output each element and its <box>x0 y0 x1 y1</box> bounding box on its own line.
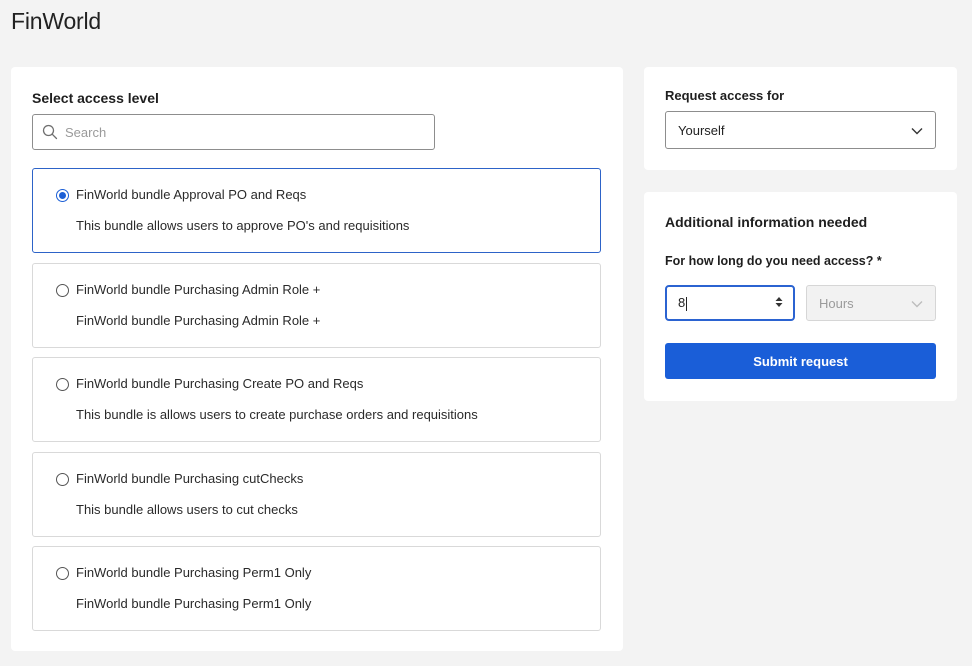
radio-button[interactable] <box>56 284 69 297</box>
duration-unit-select[interactable]: Hours <box>806 285 936 321</box>
search-icon <box>35 115 65 149</box>
request-for-value: Yourself <box>678 122 725 138</box>
duration-unit-value: Hours <box>819 295 854 311</box>
option-title: FinWorld bundle Purchasing Perm1 Only <box>76 565 312 580</box>
option-title: FinWorld bundle Purchasing Create PO and… <box>76 376 364 391</box>
access-option-purchasing-perm1[interactable]: FinWorld bundle Purchasing Perm1 Only Fi… <box>32 546 601 631</box>
option-description: This bundle allows users to cut checks <box>76 502 298 517</box>
additional-info-heading: Additional information needed <box>665 214 868 230</box>
duration-label: For how long do you need access? * <box>665 254 882 268</box>
text-cursor <box>686 296 688 311</box>
search-box[interactable] <box>32 114 435 150</box>
request-for-select[interactable]: Yourself <box>665 111 936 149</box>
chevron-down-icon <box>911 123 923 138</box>
option-description: This bundle allows users to approve PO's… <box>76 218 410 233</box>
additional-info-panel: Additional information needed For how lo… <box>644 192 957 401</box>
option-description: FinWorld bundle Purchasing Perm1 Only <box>76 596 312 611</box>
submit-request-button[interactable]: Submit request <box>665 343 936 379</box>
radio-button[interactable] <box>56 567 69 580</box>
option-title: FinWorld bundle Purchasing Admin Role + <box>76 282 321 297</box>
access-option-approval-po-reqs[interactable]: FinWorld bundle Approval PO and Reqs Thi… <box>32 168 601 253</box>
search-input[interactable] <box>65 117 434 147</box>
option-description: FinWorld bundle Purchasing Admin Role + <box>76 313 321 328</box>
option-description: This bundle is allows users to create pu… <box>76 407 478 422</box>
access-option-purchasing-cutchecks[interactable]: FinWorld bundle Purchasing cutChecks Thi… <box>32 452 601 537</box>
duration-value: 8 <box>678 295 686 311</box>
access-level-heading: Select access level <box>32 90 159 106</box>
radio-button[interactable] <box>56 473 69 486</box>
duration-number-input[interactable]: 8 <box>665 285 795 321</box>
access-option-purchasing-admin-role[interactable]: FinWorld bundle Purchasing Admin Role + … <box>32 263 601 348</box>
radio-button-selected[interactable] <box>56 189 69 202</box>
option-title: FinWorld bundle Purchasing cutChecks <box>76 471 304 486</box>
chevron-down-icon <box>911 296 923 311</box>
access-level-panel: Select access level FinWorld bundle Appr… <box>11 67 623 651</box>
app-title: FinWorld <box>11 8 101 34</box>
request-for-panel: Request access for Yourself <box>644 67 957 170</box>
option-title: FinWorld bundle Approval PO and Reqs <box>76 187 307 202</box>
stepper-arrows-icon[interactable] <box>775 296 783 311</box>
radio-button[interactable] <box>56 378 69 391</box>
request-for-label: Request access for <box>665 88 785 103</box>
access-option-purchasing-create-po-reqs[interactable]: FinWorld bundle Purchasing Create PO and… <box>32 357 601 442</box>
